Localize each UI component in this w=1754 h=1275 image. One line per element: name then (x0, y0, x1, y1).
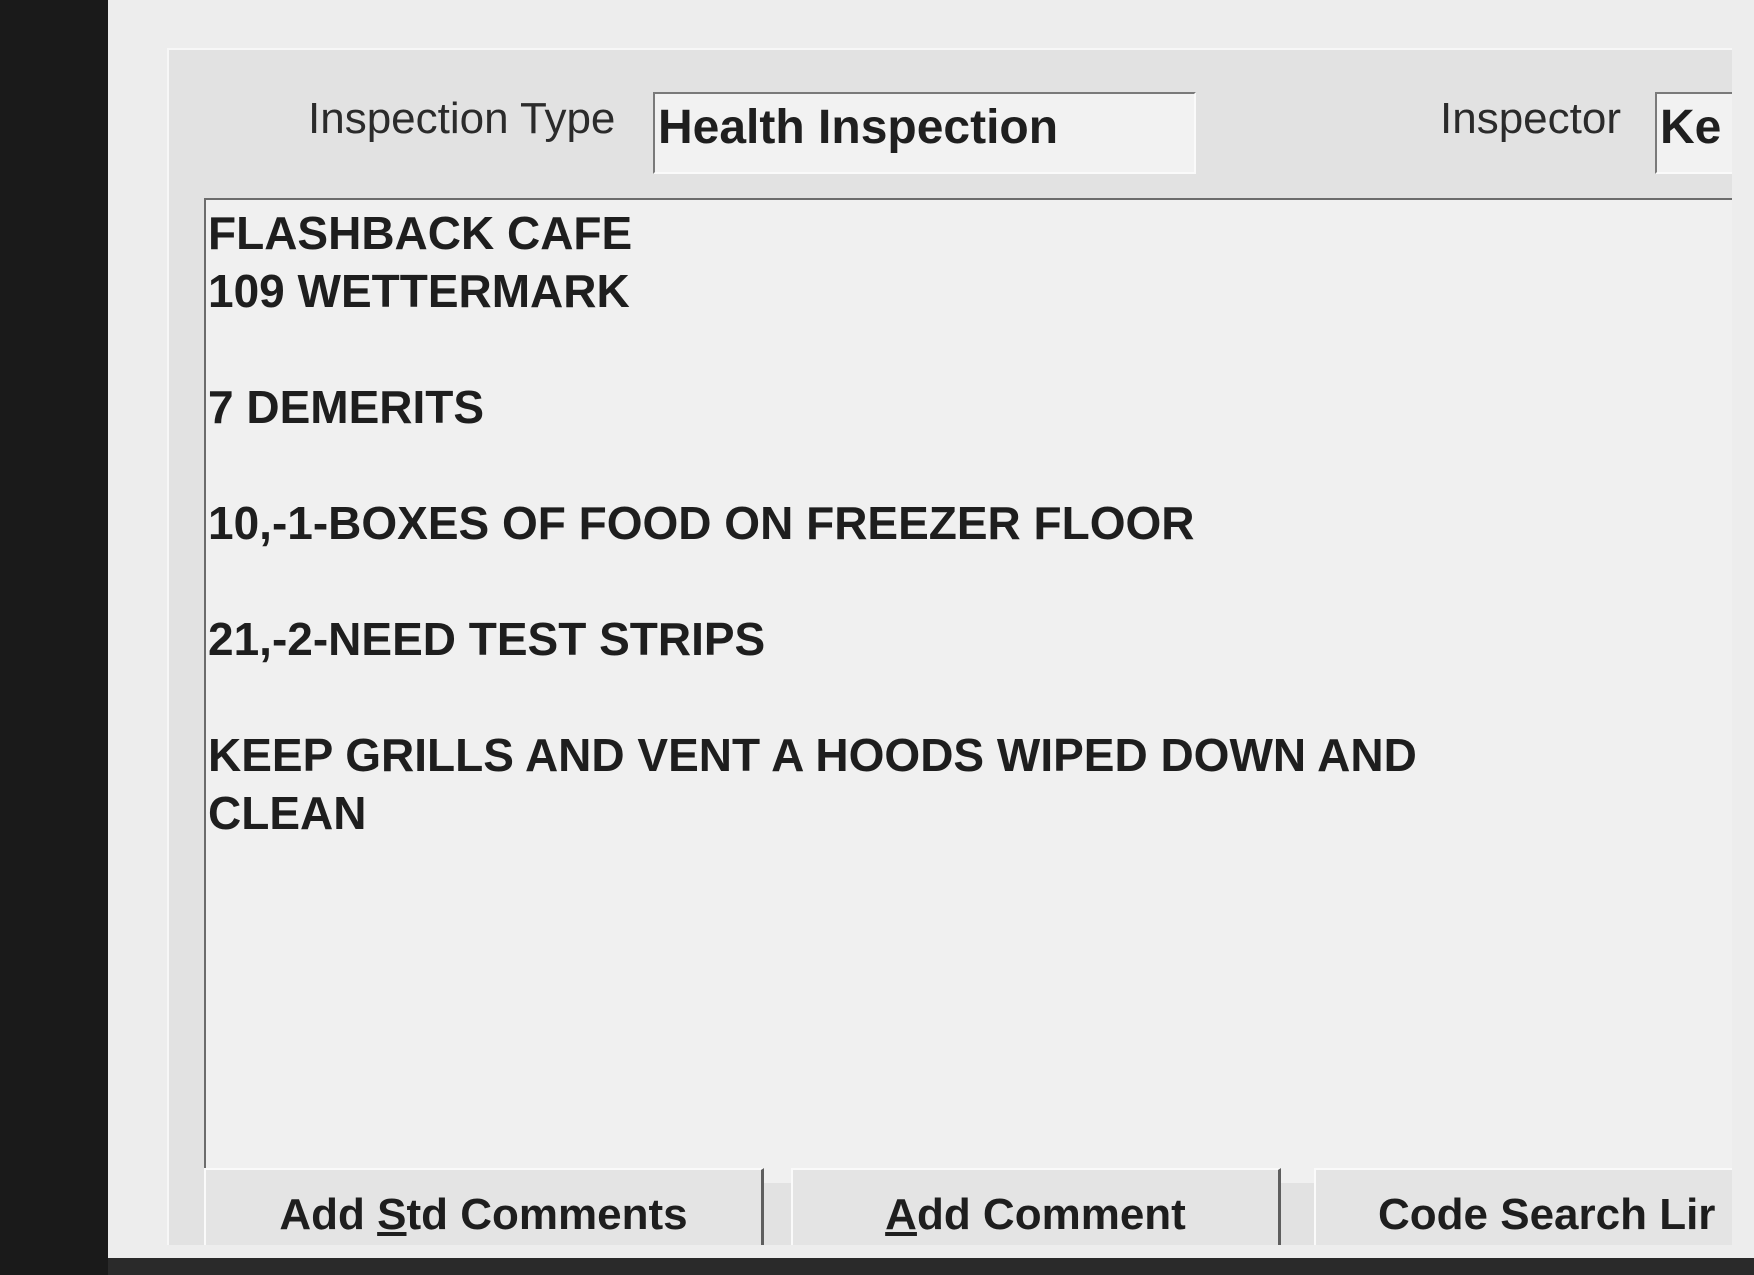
inspector-label: Inspector (1440, 94, 1621, 143)
inspection-type-value: Health Inspection (658, 101, 1059, 154)
comment-line: 109 WETTERMARK (208, 265, 630, 317)
inspector-value: Ke (1660, 101, 1722, 154)
inspection-type-label: Inspection Type (308, 94, 616, 143)
add-comment-button[interactable]: Add Comment (791, 1168, 1281, 1245)
add-std-comments-button[interactable]: Add Std Comments (204, 1168, 764, 1245)
comment-line: CLEAN (208, 787, 367, 839)
comments-textarea[interactable]: FLASHBACK CAFE 109 WETTERMARK 7 DEMERITS… (204, 198, 1732, 1183)
inspection-comment-window: Inspection Type Health Inspection Inspec… (167, 48, 1732, 1245)
comment-line: 7 DEMERITS (208, 381, 485, 433)
comment-line: KEEP GRILLS AND VENT A HOODS WIPED DOWN … (208, 729, 1417, 781)
comment-line: FLASHBACK CAFE (208, 207, 633, 259)
code-search-button[interactable]: Code Search Lir (1314, 1168, 1732, 1245)
comment-line: 10,-1-BOXES OF FOOD ON FREEZER FLOOR (208, 497, 1195, 549)
inspector-field[interactable]: Ke (1655, 92, 1732, 174)
scan-edge (108, 1258, 1754, 1275)
comment-line: 21,-2-NEED TEST STRIPS (208, 613, 766, 665)
inspection-type-field[interactable]: Health Inspection (653, 92, 1196, 174)
